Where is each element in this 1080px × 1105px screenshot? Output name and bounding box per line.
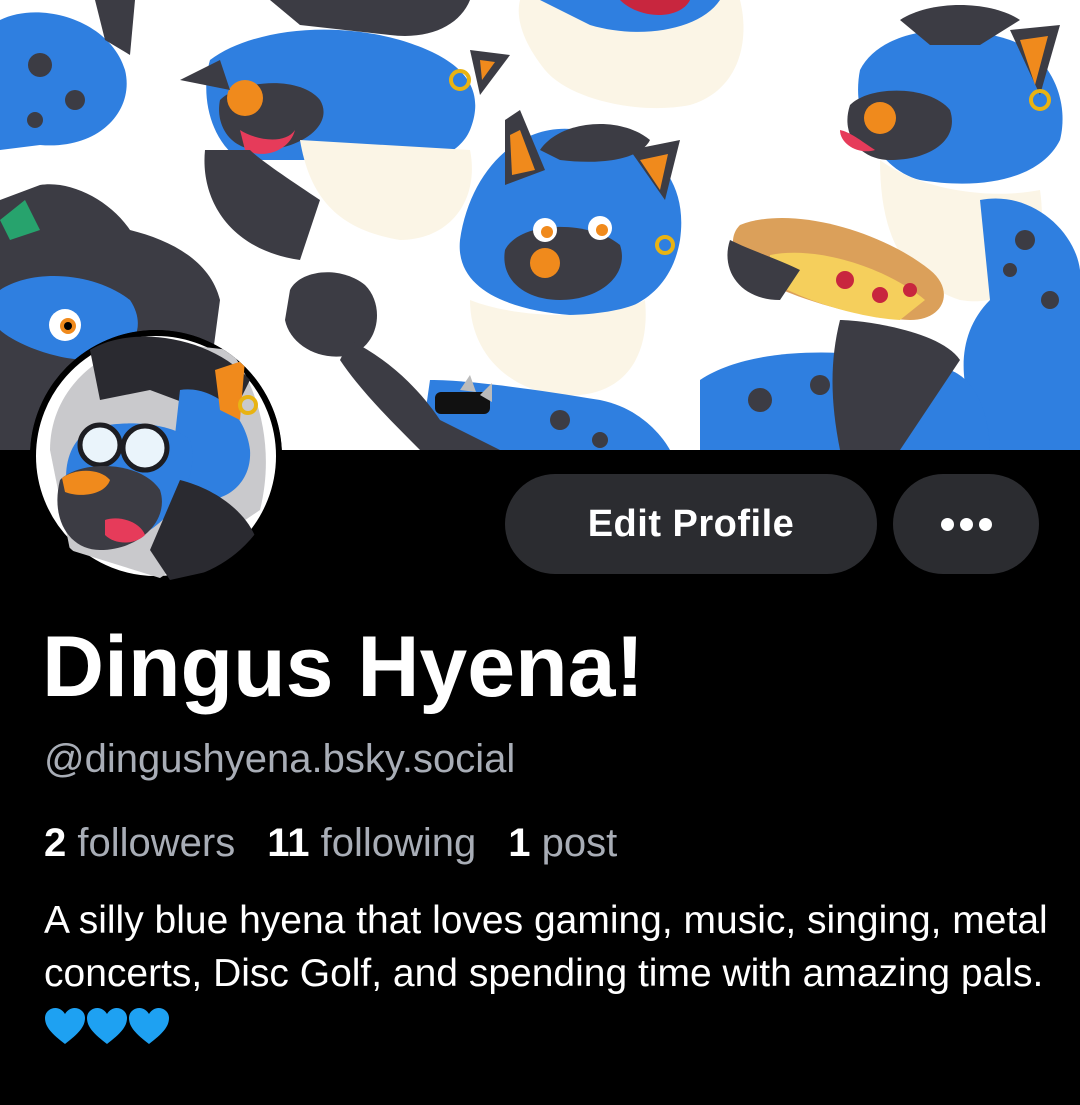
more-options-button[interactable] <box>893 474 1039 574</box>
profile-handle: @dingushyena.bsky.social <box>44 737 516 781</box>
profile-stats: 2 followers 11 following 1 post <box>44 816 617 870</box>
display-name: Dingus Hyena! <box>42 619 645 715</box>
posts-stat: 1 post <box>508 816 617 870</box>
following-count: 11 <box>267 821 310 865</box>
hyena-avatar-with-glasses <box>30 330 282 582</box>
followers-stat[interactable]: 2 followers <box>44 816 235 870</box>
blue-heart-icon <box>87 1008 127 1044</box>
posts-label: post <box>541 821 618 865</box>
bio-text: A silly blue hyena that loves gaming, mu… <box>44 899 1048 995</box>
edit-profile-label: Edit Profile <box>587 502 795 545</box>
following-stat[interactable]: 11 following <box>267 816 476 870</box>
blue-heart-icon <box>129 1008 169 1044</box>
edit-profile-button[interactable]: Edit Profile <box>505 474 877 574</box>
blue-heart-icon <box>45 1008 85 1044</box>
posts-count: 1 <box>508 821 531 865</box>
profile-bio: A silly blue hyena that loves gaming, mu… <box>44 894 1054 1053</box>
avatar[interactable] <box>30 330 282 582</box>
ellipsis-icon <box>940 517 992 531</box>
followers-label: followers <box>77 821 236 865</box>
following-label: following <box>320 821 477 865</box>
followers-count: 2 <box>44 821 67 865</box>
